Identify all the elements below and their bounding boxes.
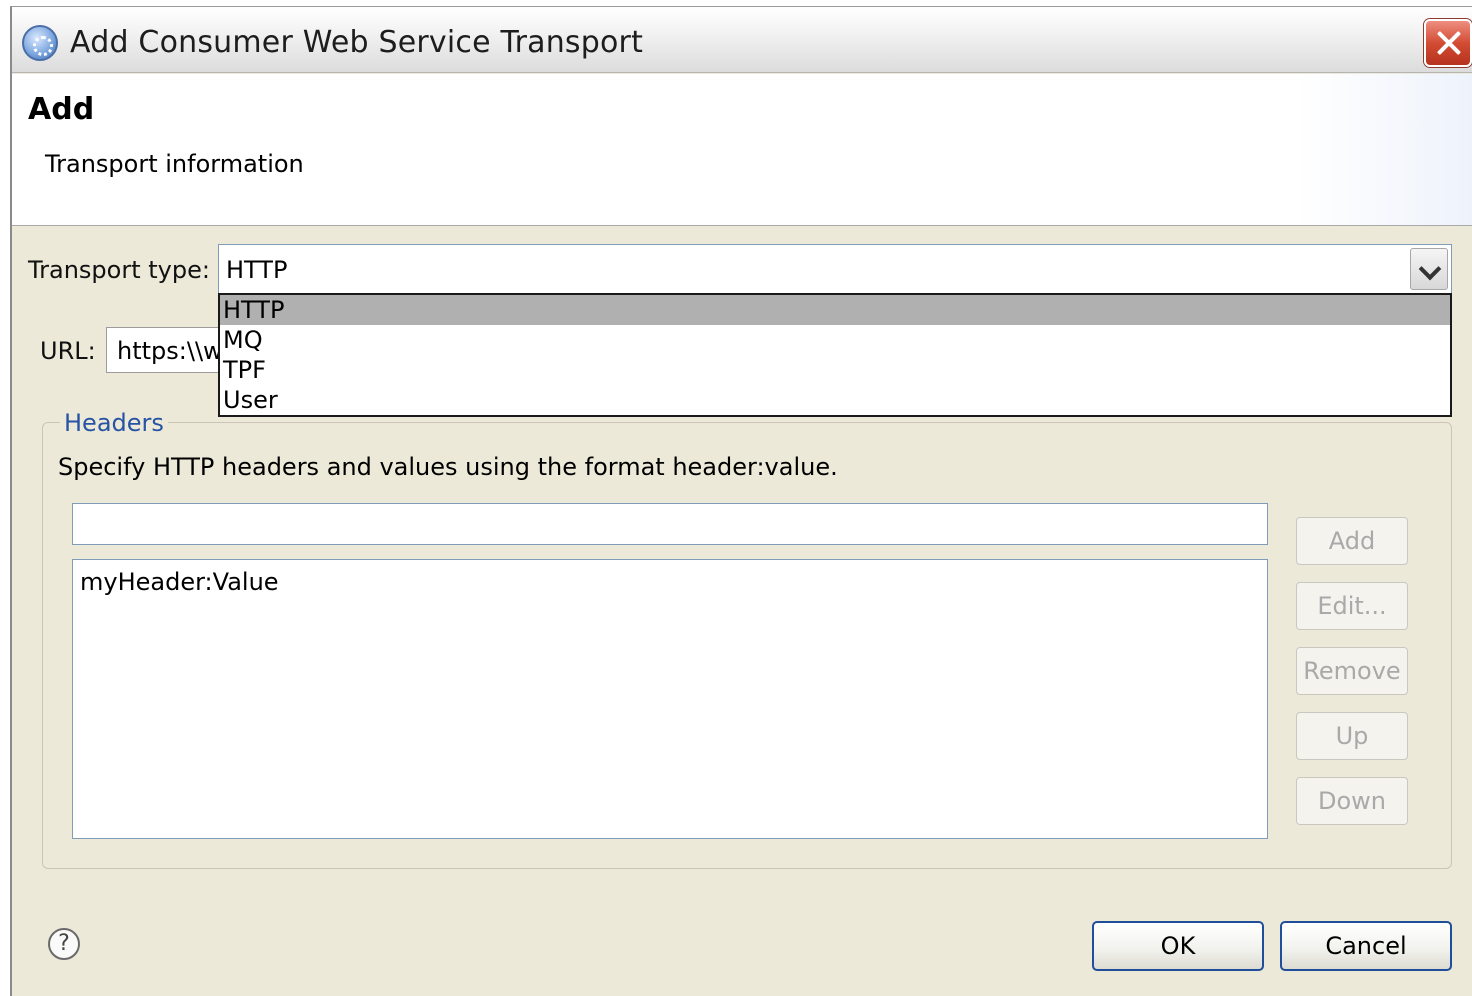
url-field[interactable]: https:\\w — [106, 327, 236, 373]
headers-legend: Headers — [60, 409, 168, 437]
chevron-down-icon[interactable] — [1410, 248, 1448, 290]
cancel-button[interactable]: Cancel — [1280, 921, 1452, 971]
url-value: https:\\w — [117, 337, 223, 365]
wizard-banner: Add Transport information — [12, 74, 1472, 226]
add-button[interactable]: Add — [1296, 517, 1408, 565]
transport-type-select[interactable]: HTTP — [218, 244, 1452, 294]
window-title: Add Consumer Web Service Transport — [70, 25, 644, 60]
dropdown-option-mq[interactable]: MQ — [220, 325, 1450, 355]
dropdown-option-tpf[interactable]: TPF — [220, 355, 1450, 385]
banner-title: Add — [28, 92, 95, 127]
banner-subtitle: Transport information — [45, 150, 304, 178]
service-gear-icon — [22, 25, 58, 61]
dropdown-option-user[interactable]: User — [220, 385, 1450, 415]
headers-list[interactable]: myHeader:Value — [72, 559, 1268, 839]
edit-button[interactable]: Edit... — [1296, 582, 1408, 630]
list-item[interactable]: myHeader:Value — [80, 568, 279, 596]
transport-type-label: Transport type: — [28, 256, 210, 284]
ok-button[interactable]: OK — [1092, 921, 1264, 971]
help-icon[interactable]: ? — [48, 928, 80, 960]
down-button[interactable]: Down — [1296, 777, 1408, 825]
remove-button[interactable]: Remove — [1296, 647, 1408, 695]
transport-type-value: HTTP — [226, 256, 288, 284]
up-button[interactable]: Up — [1296, 712, 1408, 760]
transport-type-dropdown: HTTP MQ TPF User — [218, 293, 1452, 417]
title-bar[interactable]: Add Consumer Web Service Transport — [12, 7, 1472, 73]
header-input[interactable] — [72, 503, 1268, 545]
close-icon[interactable] — [1424, 19, 1472, 67]
url-label: URL: — [40, 337, 96, 365]
headers-description: Specify HTTP headers and values using th… — [58, 453, 838, 481]
dialog-window: Add Consumer Web Service Transport Add T… — [10, 6, 1472, 996]
dropdown-option-http[interactable]: HTTP — [220, 295, 1450, 325]
